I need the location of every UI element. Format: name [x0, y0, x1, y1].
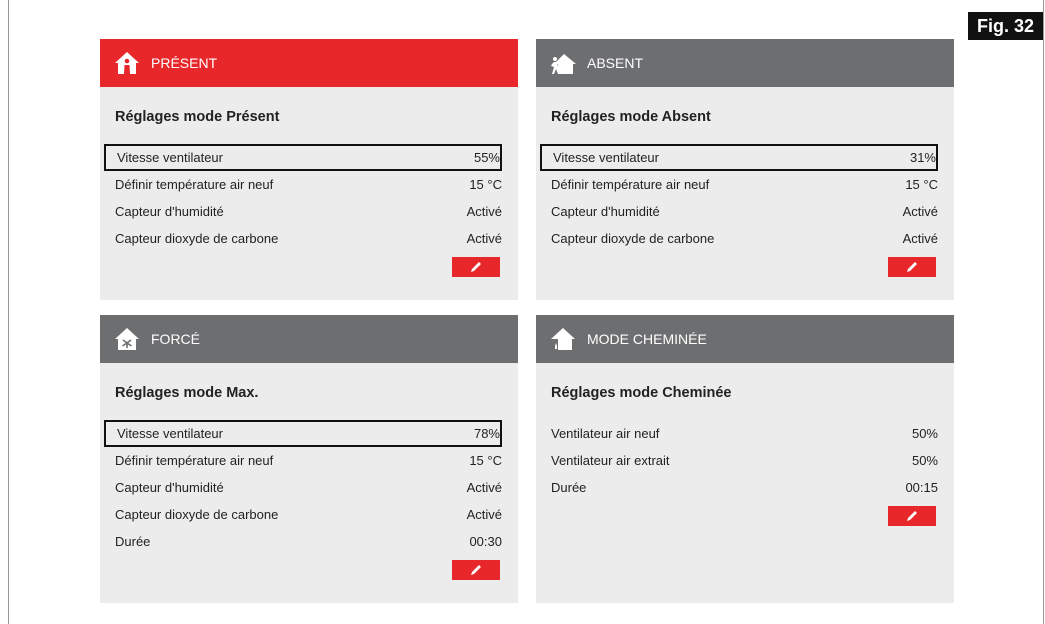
setting-label: Capteur dioxyde de carbone [551, 231, 715, 246]
setting-value: Activé [466, 507, 502, 522]
setting-label: Capteur dioxyde de carbone [115, 231, 279, 246]
setting-label: Capteur d'humidité [551, 204, 660, 219]
setting-value: 50% [911, 426, 938, 441]
setting-value: Activé [902, 231, 938, 246]
setting-value: Activé [466, 204, 502, 219]
card-header-label: PRÉSENT [151, 55, 218, 71]
setting-value: Activé [466, 231, 502, 246]
house-fan-icon [114, 327, 140, 351]
setting-row-air-temp: Définir température air neuf 15 °C [104, 171, 502, 198]
setting-label: Capteur dioxyde de carbone [115, 507, 279, 522]
setting-row-co2: Capteur dioxyde de carbone Activé [104, 501, 502, 528]
settings-list: Vitesse ventilateur 31% Définir températ… [540, 144, 938, 252]
card-cheminee: MODE CHEMINÉE Réglages mode Cheminée Ven… [536, 315, 954, 603]
card-title: Réglages mode Max. [115, 385, 259, 401]
edit-absent-button[interactable] [888, 257, 936, 277]
setting-label: Durée [115, 534, 151, 549]
setting-row-air-temp: Définir température air neuf 15 °C [104, 447, 502, 474]
setting-label: Définir température air neuf [115, 453, 274, 468]
pencil-icon [907, 511, 917, 521]
setting-row-exhaust-fan: Ventilateur air extrait 50% [540, 447, 938, 474]
card-header-force[interactable]: FORCÉ [100, 315, 518, 363]
edit-present-button[interactable] [452, 257, 500, 277]
setting-row-humidity: Capteur d'humidité Activé [104, 198, 502, 225]
card-header-present[interactable]: PRÉSENT [100, 39, 518, 87]
setting-label: Ventilateur air extrait [551, 453, 670, 468]
card-absent: ABSENT Réglages mode Absent Vitesse vent… [536, 39, 954, 300]
setting-row-co2: Capteur dioxyde de carbone Activé [540, 225, 938, 252]
card-force: FORCÉ Réglages mode Max. Vitesse ventila… [100, 315, 518, 603]
setting-value: 15 °C [905, 177, 938, 192]
figure-label: Fig. 32 [967, 12, 1043, 40]
settings-list: Vitesse ventilateur 78% Définir températ… [104, 420, 502, 555]
edit-cheminee-button[interactable] [888, 506, 936, 526]
setting-row-humidity: Capteur d'humidité Activé [540, 198, 938, 225]
setting-value: 50% [911, 453, 938, 468]
card-title: Réglages mode Cheminée [551, 385, 732, 401]
edit-button-wrap [536, 506, 936, 526]
setting-label: Durée [551, 480, 587, 495]
setting-value: 00:30 [469, 534, 502, 549]
person-house-icon [114, 51, 140, 75]
setting-value: 31% [909, 150, 936, 165]
setting-label: Capteur d'humidité [115, 480, 224, 495]
setting-value: 78% [473, 426, 500, 441]
edit-button-wrap [100, 257, 500, 277]
setting-row-fan-speed: Vitesse ventilateur 55% [104, 144, 502, 171]
setting-row-fresh-air-fan: Ventilateur air neuf 50% [540, 420, 938, 447]
edit-button-wrap [100, 560, 500, 580]
setting-label: Capteur d'humidité [115, 204, 224, 219]
setting-value: Activé [902, 204, 938, 219]
pencil-icon [471, 262, 481, 272]
setting-row-fan-speed: Vitesse ventilateur 31% [540, 144, 938, 171]
setting-label: Ventilateur air neuf [551, 426, 660, 441]
setting-value: 15 °C [469, 177, 502, 192]
card-header-absent[interactable]: ABSENT [536, 39, 954, 87]
card-title: Réglages mode Présent [115, 109, 280, 125]
setting-label: Vitesse ventilateur [553, 150, 659, 165]
card-present: PRÉSENT Réglages mode Présent Vitesse ve… [100, 39, 518, 300]
setting-row-duration: Durée 00:15 [540, 474, 938, 501]
setting-value: 00:15 [905, 480, 938, 495]
setting-label: Vitesse ventilateur [117, 426, 223, 441]
card-header-cheminee[interactable]: MODE CHEMINÉE [536, 315, 954, 363]
setting-label: Définir température air neuf [115, 177, 274, 192]
setting-value: Activé [466, 480, 502, 495]
setting-row-air-temp: Définir température air neuf 15 °C [540, 171, 938, 198]
pencil-icon [907, 262, 917, 272]
setting-row-co2: Capteur dioxyde de carbone Activé [104, 225, 502, 252]
card-header-label: FORCÉ [151, 331, 200, 347]
setting-row-duration: Durée 00:30 [104, 528, 502, 555]
setting-value: 15 °C [469, 453, 502, 468]
setting-value: 55% [473, 150, 500, 165]
person-leaving-house-icon [550, 51, 576, 75]
edit-button-wrap [536, 257, 936, 277]
setting-label: Vitesse ventilateur [117, 150, 223, 165]
card-header-label: ABSENT [587, 55, 644, 71]
card-header-label: MODE CHEMINÉE [587, 331, 707, 347]
pencil-icon [471, 565, 481, 575]
settings-list: Ventilateur air neuf 50% Ventilateur air… [540, 420, 938, 501]
card-title: Réglages mode Absent [551, 109, 711, 125]
setting-row-humidity: Capteur d'humidité Activé [104, 474, 502, 501]
setting-label: Définir température air neuf [551, 177, 710, 192]
edit-force-button[interactable] [452, 560, 500, 580]
setting-row-fan-speed: Vitesse ventilateur 78% [104, 420, 502, 447]
settings-list: Vitesse ventilateur 55% Définir températ… [104, 144, 502, 252]
house-fireplace-icon [550, 327, 576, 351]
